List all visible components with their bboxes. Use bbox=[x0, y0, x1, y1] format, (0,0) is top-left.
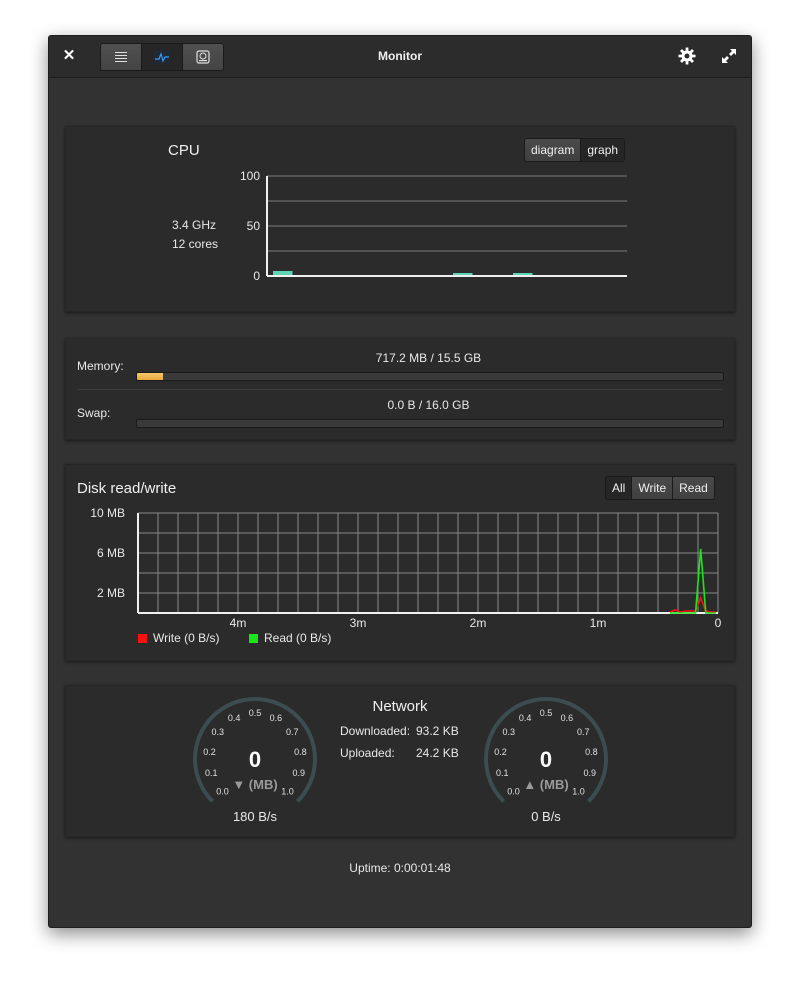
cpu-graph-button[interactable]: graph bbox=[581, 139, 625, 161]
download-gauge-tick-label: 0.1 bbox=[205, 768, 218, 778]
cpu-core-bar bbox=[453, 273, 473, 275]
cpu-frequency: 3.4 GHz bbox=[172, 218, 217, 232]
cpu-diagram-button[interactable]: diagram bbox=[525, 139, 582, 161]
cpu-bar-chart: 100 50 0 bbox=[240, 169, 627, 283]
download-gauge-tick-label: 0.3 bbox=[212, 727, 225, 737]
memory-divider bbox=[77, 389, 723, 390]
disk-title: Disk read/write bbox=[77, 480, 177, 497]
gear-icon bbox=[678, 47, 696, 65]
memory-panel: Memory: 717.2 MB / 15.5 GB Swap: 0.0 B /… bbox=[65, 338, 735, 440]
cpu-y-tick-label: 50 bbox=[247, 219, 261, 233]
expand-icon bbox=[722, 49, 736, 63]
upload-gauge-tick-label: 1.0 bbox=[572, 787, 585, 797]
legend-read: Read (0 B/s) bbox=[249, 631, 331, 645]
cpu-y-tick-label: 0 bbox=[253, 269, 260, 283]
cpu-panel: CPU 3.4 GHz 12 cores diagram graph 100 50… bbox=[65, 126, 735, 312]
uploaded-label: Uploaded: bbox=[340, 746, 395, 760]
uploaded-value: 24.2 KB bbox=[416, 746, 459, 760]
window-title: Monitor bbox=[378, 49, 422, 63]
uploaded-row: Uploaded: 24.2 KB bbox=[340, 746, 459, 760]
legend-read-label: Read (0 B/s) bbox=[264, 631, 332, 645]
uptime: Uptime: 0:00:01:48 bbox=[349, 861, 451, 875]
network-panel: 0.0 0.1 0.2 0.3 0.4 0.5 0.6 0.7 0.8 0.9 1.0 0 ▼ (MB)… bbox=[65, 685, 735, 837]
download-gauge-tick-label: 0.2 bbox=[203, 747, 216, 757]
disk-read-button[interactable]: Read bbox=[673, 477, 714, 499]
swap-usage-bar bbox=[136, 419, 724, 428]
upload-rate: 0 B/s bbox=[531, 809, 561, 824]
titlebar: ✕ Monitor bbox=[49, 36, 751, 78]
upload-gauge-tick-label: 0.8 bbox=[585, 747, 598, 757]
legend-write-label: Write (0 B/s) bbox=[153, 631, 220, 645]
memory-usage-bar bbox=[136, 372, 724, 381]
upload-gauge-tick-label: 0.6 bbox=[561, 713, 574, 723]
disk-y-tick-label: 6 MB bbox=[97, 546, 125, 560]
memory-value: 717.2 MB / 15.5 GB bbox=[375, 351, 482, 365]
disk-x-tick-label: 1m bbox=[590, 616, 607, 630]
disk-x-tick-label: 3m bbox=[350, 616, 367, 630]
disk-x-tick-label: 4m bbox=[230, 616, 247, 630]
downloaded-row: Downloaded: 93.2 KB bbox=[340, 724, 459, 738]
swap-value: 0.0 B / 16.0 GB bbox=[387, 398, 470, 412]
downloaded-value: 93.2 KB bbox=[416, 724, 459, 738]
read-series-line bbox=[670, 548, 716, 614]
disk-y-tick-label: 2 MB bbox=[97, 586, 125, 600]
upload-gauge-tick-label: 0.0 bbox=[507, 787, 520, 797]
disk-x-tick-label: 2m bbox=[470, 616, 487, 630]
disk-y-tick-label: 10 MB bbox=[90, 506, 125, 520]
download-rate: 180 B/s bbox=[232, 809, 278, 824]
settings-button[interactable] bbox=[677, 46, 697, 66]
disk-write-button[interactable]: Write bbox=[632, 477, 674, 499]
download-gauge-value: 0 bbox=[249, 747, 261, 772]
memory-label: Memory: bbox=[77, 359, 124, 373]
cpu-view-toggle: diagram graph bbox=[524, 138, 626, 162]
write-swatch bbox=[138, 633, 147, 643]
upload-gauge-tick-label: 0.4 bbox=[519, 713, 532, 723]
disk-panel: 10 MB 6 MB 2 MB 4m 3m 2m 1m 0 Disk read/write A… bbox=[65, 464, 735, 661]
upload-gauge-tick-label: 0.9 bbox=[583, 768, 596, 778]
disk-filter-toggle: All Write Read bbox=[605, 476, 715, 500]
legend-write: Write (0 B/s) bbox=[138, 631, 219, 645]
cpu-core-bar bbox=[513, 273, 533, 275]
upload-gauge-value: 0 bbox=[540, 747, 552, 772]
upload-gauge-tick-label: 0.7 bbox=[577, 727, 590, 737]
download-gauge-tick-label: 0.8 bbox=[294, 747, 307, 757]
download-gauge-unit: ▼ (MB) bbox=[232, 777, 277, 792]
fullscreen-button[interactable] bbox=[721, 48, 737, 64]
network-title: Network bbox=[372, 698, 428, 715]
download-gauge-tick-label: 0.7 bbox=[286, 727, 299, 737]
memory-usage-fill bbox=[137, 373, 164, 380]
cpu-cores: 12 cores bbox=[172, 237, 219, 251]
write-series-line bbox=[669, 595, 716, 613]
cpu-core-bar bbox=[273, 271, 293, 275]
upload-gauge-tick-label: 0.1 bbox=[496, 768, 509, 778]
upload-gauge: 0.0 0.1 0.2 0.30.4 0.5 0.60.7 0.8 0.9 1.0 0 ▲ (MB) bbox=[484, 697, 608, 803]
read-swatch bbox=[249, 633, 258, 643]
disk-all-button[interactable]: All bbox=[606, 477, 633, 499]
upload-gauge-tick-label: 0.2 bbox=[494, 747, 507, 757]
download-gauge-tick-label: 0.9 bbox=[292, 768, 305, 778]
download-gauge-tick-label: 0.0 bbox=[216, 787, 229, 797]
upload-gauge-tick-label: 0.3 bbox=[503, 727, 516, 737]
downloaded-label: Downloaded: bbox=[340, 724, 411, 738]
download-gauge-tick-label: 1.0 bbox=[281, 787, 294, 797]
upload-gauge-tick-label: 0.5 bbox=[540, 708, 553, 718]
disk-x-tick-label: 0 bbox=[715, 616, 722, 630]
monitor-window: ✕ Monitor CPU 3.4 GHz 12 cores diagram g… bbox=[48, 35, 752, 928]
cpu-title: CPU bbox=[168, 142, 200, 159]
swap-label: Swap: bbox=[77, 406, 111, 420]
upload-gauge-unit: ▲ (MB) bbox=[523, 777, 568, 792]
cpu-y-tick-label: 100 bbox=[240, 169, 260, 183]
